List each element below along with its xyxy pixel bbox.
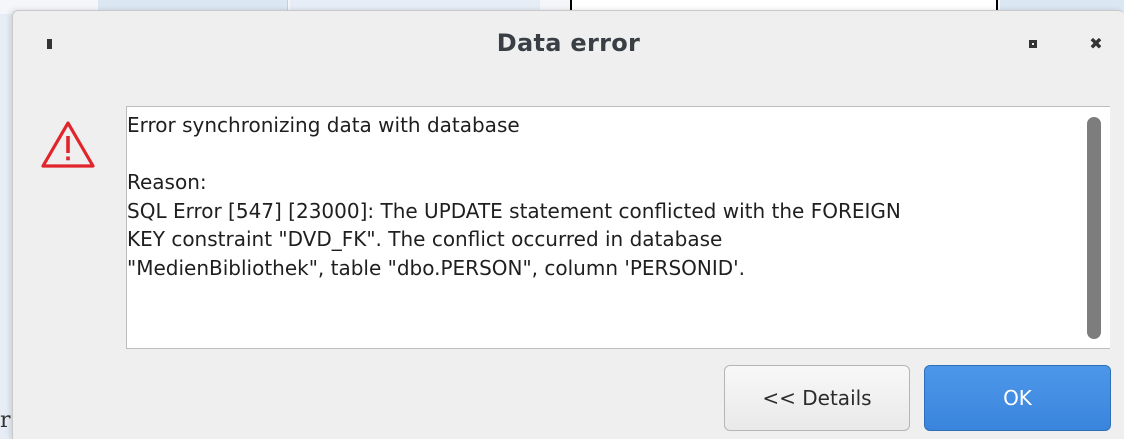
ok-button[interactable]: OK xyxy=(924,365,1111,431)
background-window-edge xyxy=(0,14,12,439)
message-line: Error synchronizing data with database xyxy=(127,113,520,137)
background-text-fragment: r xyxy=(0,408,11,433)
close-icon[interactable]: ✖ xyxy=(1085,33,1107,55)
error-message-text: Error synchronizing data with database Re… xyxy=(127,111,1077,346)
message-line: SQL Error [547] [23000]: The UPDATE stat… xyxy=(127,198,901,223)
maximize-icon[interactable] xyxy=(1026,37,1040,51)
scrollbar-thumb[interactable] xyxy=(1087,117,1101,339)
message-line: KEY constraint "DVD_FK". The conflict oc… xyxy=(127,227,723,251)
details-button[interactable]: << Details xyxy=(724,365,910,431)
vertical-scrollbar[interactable] xyxy=(1080,107,1110,348)
warning-triangle-icon xyxy=(41,121,95,168)
dialog-titlebar[interactable]: Data error ✖ xyxy=(13,11,1124,75)
error-message-box[interactable]: Error synchronizing data with database Re… xyxy=(126,106,1110,349)
message-line: Reason: xyxy=(127,170,207,194)
message-line xyxy=(127,140,1077,169)
message-line: "MedienBibliothek", table "dbo.PERSON", … xyxy=(127,255,746,280)
data-error-dialog: Data error ✖ Error synchronizing data wi… xyxy=(12,10,1124,439)
dialog-title: Data error xyxy=(496,29,641,57)
